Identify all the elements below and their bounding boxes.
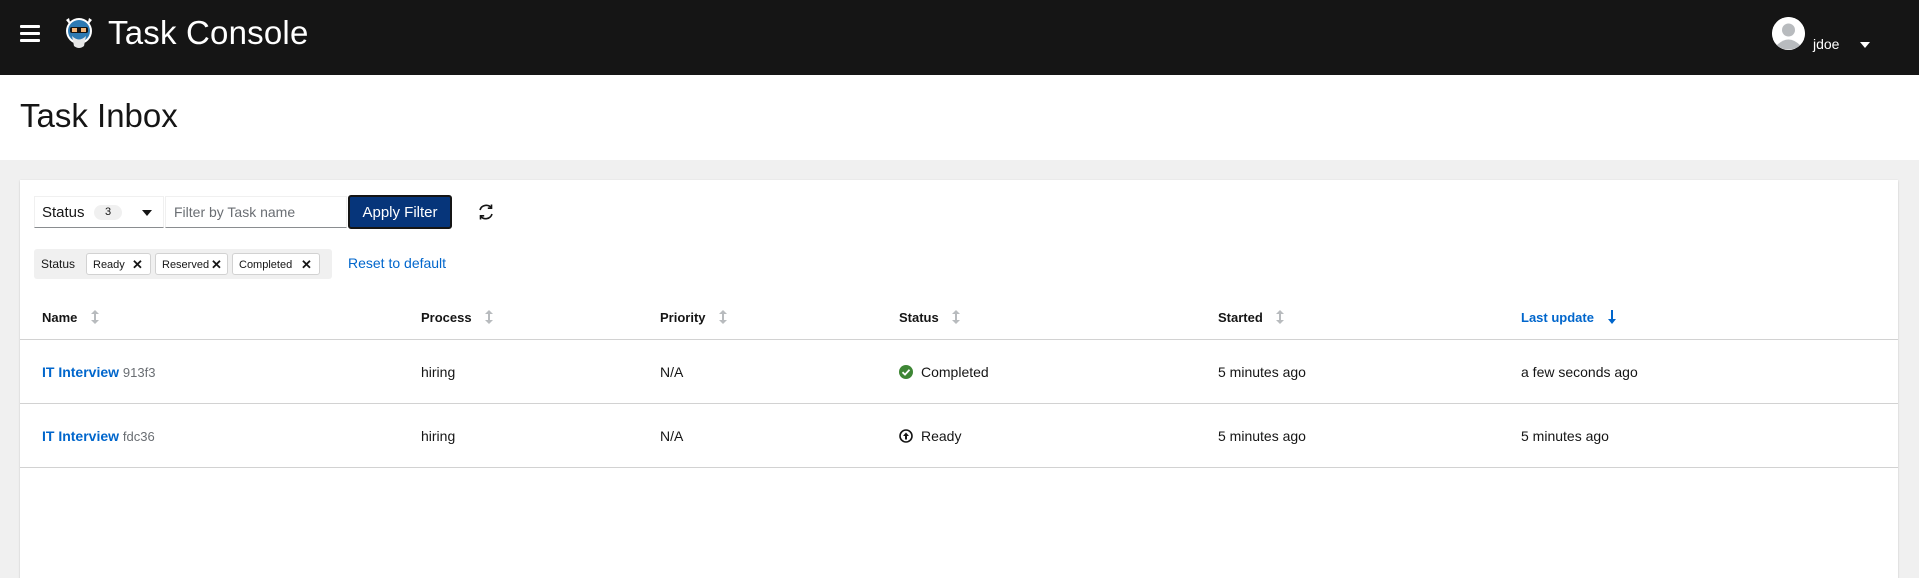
avatar-icon: [1772, 17, 1805, 50]
task-id: 913f3: [122, 365, 156, 380]
chip-reserved[interactable]: Reserved ✕: [155, 253, 228, 275]
page-title: Task Inbox: [20, 97, 178, 134]
refresh-icon[interactable]: [476, 202, 496, 222]
status-cell: Ready: [899, 428, 961, 444]
table-header-divider: [20, 339, 1898, 340]
caret-down-icon: [142, 210, 152, 216]
caret-down-icon: [1860, 42, 1870, 48]
process-cell: hiring: [421, 364, 456, 380]
status-filter-select[interactable]: Status 3: [34, 196, 164, 228]
status-label: Completed: [921, 364, 989, 380]
task-name-link[interactable]: IT Interview: [42, 364, 119, 380]
reset-to-default-link[interactable]: Reset to default: [348, 255, 446, 271]
app-logo: [66, 18, 92, 48]
last-update-cell: 5 minutes ago: [1521, 428, 1609, 444]
priority-cell: N/A: [660, 364, 684, 380]
last-update-cell: a few seconds ago: [1521, 364, 1638, 380]
chip-label: Completed: [239, 259, 293, 271]
column-header-label: Last update: [1521, 310, 1594, 325]
row-divider: [20, 403, 1898, 404]
row-divider: [20, 467, 1898, 468]
app-title: Task Console: [108, 14, 309, 51]
task-name-filter-input[interactable]: [165, 196, 347, 228]
chip-completed[interactable]: Completed ✕: [232, 253, 320, 275]
column-header-last-update[interactable]: Last update: [1521, 310, 1616, 325]
column-header-label: Started: [1218, 310, 1263, 325]
column-header-name[interactable]: Name: [42, 310, 100, 325]
sort-descending-icon: [1607, 310, 1616, 324]
column-header-label: Name: [42, 310, 78, 325]
chip-group-label: Status: [41, 257, 76, 271]
column-header-status[interactable]: Status: [899, 310, 961, 325]
page-header: Task Inbox: [0, 75, 1919, 160]
close-icon[interactable]: ✕: [301, 257, 312, 273]
status-label: Ready: [921, 428, 962, 444]
task-inbox-card: Status 3 Apply Filter Status Ready ✕ Res…: [20, 180, 1898, 578]
status-chip-group: Status Ready ✕ Reserved ✕ Completed ✕: [34, 249, 332, 279]
column-header-label: Priority: [660, 310, 706, 325]
sort-icon: [719, 310, 728, 324]
column-header-label: Process: [421, 310, 472, 325]
status-select-label: Status: [42, 204, 85, 221]
started-cell: 5 minutes ago: [1218, 428, 1306, 444]
status-cell: Completed: [899, 364, 989, 380]
column-header-label: Status: [899, 310, 939, 325]
started-cell: 5 minutes ago: [1218, 364, 1306, 380]
chip-label: Ready: [93, 259, 125, 271]
chip-ready[interactable]: Ready ✕: [86, 253, 151, 275]
column-header-started[interactable]: Started: [1218, 310, 1285, 325]
check-circle-icon: [899, 365, 913, 379]
task-name-link[interactable]: IT Interview: [42, 428, 119, 444]
masthead: Task Console jdoe: [0, 0, 1919, 75]
close-icon[interactable]: ✕: [132, 257, 143, 273]
chip-label: Reserved: [162, 259, 210, 271]
column-header-process[interactable]: Process: [421, 310, 494, 325]
hamburger-menu-icon[interactable]: [20, 25, 40, 43]
status-select-count-badge: 3: [94, 205, 122, 220]
task-name-cell: IT Interview 913f3: [42, 364, 155, 380]
task-name-cell: IT Interview fdc36: [42, 428, 155, 444]
sort-icon: [91, 310, 100, 324]
username: jdoe: [1813, 36, 1840, 52]
priority-cell: N/A: [660, 428, 684, 444]
apply-filter-button[interactable]: Apply Filter: [348, 195, 452, 229]
sort-icon: [485, 310, 494, 324]
arrow-circle-icon: [899, 429, 913, 443]
sort-icon: [1276, 310, 1285, 324]
sort-icon: [952, 310, 961, 324]
task-id: fdc36: [122, 429, 155, 444]
column-header-priority[interactable]: Priority: [660, 310, 728, 325]
process-cell: hiring: [421, 428, 456, 444]
close-icon[interactable]: ✕: [211, 257, 222, 273]
